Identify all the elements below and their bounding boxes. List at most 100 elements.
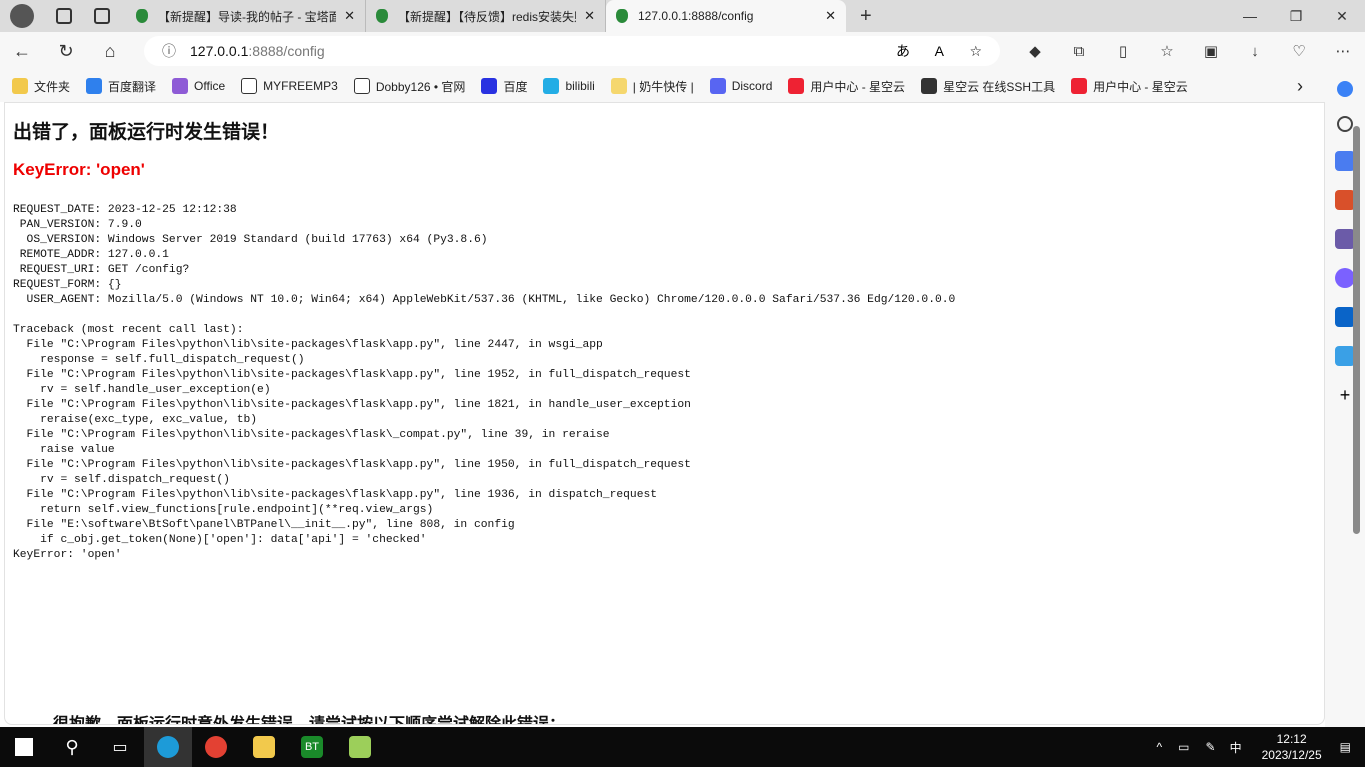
close-window-button[interactable]: ✕ (1319, 0, 1365, 32)
bookmark-icon (353, 78, 370, 94)
restore-button[interactable]: ❐ (1273, 0, 1319, 32)
address-path: :8888/config (248, 43, 325, 59)
scrollbar-thumb[interactable] (1353, 126, 1360, 534)
bookmark-item[interactable]: 用户中心 - 星空云 (1071, 78, 1188, 95)
downloads-icon[interactable]: ↓ (1233, 43, 1277, 60)
more-bookmarks-chevron-icon[interactable]: › (1297, 76, 1303, 97)
favorite-star-icon[interactable]: ☆ (969, 43, 982, 60)
toolbar: ← ↻ ⌂ ⓘ 127.0.0.1:8888/config あ A ☆ ◆ ⧉ ▯ ☆… (0, 32, 1365, 70)
split-screen-icon[interactable]: ▯ (1101, 42, 1145, 60)
show-hidden-icons[interactable]: ^ (1157, 740, 1163, 754)
collections-icon[interactable]: ▣ (1189, 42, 1233, 60)
bookmark-icon (241, 78, 258, 94)
chrome-app-icon[interactable] (192, 727, 240, 767)
clock[interactable]: 12:12 2023/12/25 (1262, 731, 1322, 763)
tab-2[interactable]: 127.0.0.1:8888/config ✕ (606, 0, 846, 32)
minimize-button[interactable]: — (1227, 0, 1273, 32)
bookmark-icon (610, 78, 627, 94)
page-title: 出错了，面板运行时发生错误！ (13, 122, 280, 143)
bookmark-icon (709, 78, 726, 94)
start-button[interactable] (0, 727, 48, 767)
date: 2023/12/25 (1261, 748, 1322, 762)
ime-indicator[interactable]: 中 (1230, 739, 1242, 756)
bookmark-label: 百度翻译 (108, 79, 157, 94)
edge-app-icon[interactable] (144, 727, 192, 767)
bookmark-item[interactable]: 文件夹 (12, 78, 70, 95)
file-explorer-icon[interactable] (240, 727, 288, 767)
bookmark-item[interactable]: | 奶牛快传 | (610, 78, 694, 95)
profile-avatar[interactable] (10, 4, 34, 28)
bookmark-item[interactable]: 百度 (481, 78, 527, 95)
read-aloud-icon[interactable]: あ (896, 41, 910, 61)
bookmark-label: MYFREEMP3 (263, 79, 338, 93)
bt-panel-app-icon[interactable]: BT (288, 727, 336, 767)
close-tab-icon[interactable]: ✕ (584, 8, 595, 24)
bookmark-item[interactable]: Dobby126 • 官网 (353, 78, 466, 95)
pen-icon[interactable]: ✎ (1206, 740, 1216, 754)
notification-center-icon[interactable]: ▤ (1340, 740, 1351, 754)
bookmark-label: 星空云 在线SSH工具 (943, 79, 1056, 94)
tab-title: 127.0.0.1:8888/config (638, 9, 754, 23)
scrollbar[interactable] (1351, 112, 1361, 720)
extensions-icon[interactable]: ⧉ (1057, 43, 1101, 60)
close-tab-icon[interactable]: ✕ (344, 8, 355, 24)
bookmark-item[interactable]: 用户中心 - 星空云 (788, 78, 905, 95)
bookmark-item[interactable]: MYFREEMP3 (241, 78, 338, 94)
back-button[interactable]: ← (0, 41, 44, 62)
bookmark-label: 用户中心 - 星空云 (1093, 79, 1188, 94)
bookmark-label: bilibili (565, 79, 595, 93)
bookmark-icon (1071, 78, 1088, 94)
more-menu-icon[interactable]: ⋯ (1321, 42, 1365, 60)
workspaces-icon[interactable] (56, 8, 72, 24)
search-button[interactable]: ⚲ (48, 727, 96, 767)
address-bar[interactable]: ⓘ 127.0.0.1:8888/config あ A ☆ (144, 36, 1000, 66)
error-message: KeyError: 'open' (13, 160, 145, 179)
bookmark-item[interactable]: Office (172, 78, 225, 94)
address-host: 127.0.0.1 (190, 43, 249, 59)
bookmark-label: | 奶牛快传 | (632, 79, 694, 94)
error-details: REQUEST_DATE: 2023-12-25 12:12:38 PAN_VE… (13, 204, 956, 561)
notepad-app-icon[interactable] (336, 727, 384, 767)
new-tab-button[interactable]: + (860, 5, 872, 28)
page-content: 出错了，面板运行时发生错误！ KeyError: 'open' REQUEST_… (4, 102, 1325, 725)
bt-favicon-icon (376, 9, 388, 23)
bookmark-label: 百度 (503, 79, 528, 94)
tab-bar: 【新提醒】导读-我的帖子 - 宝塔面板 ✕ 【新提醒】【待反馈】redis安装失败… (0, 0, 1365, 32)
bookmark-item[interactable]: bilibili (543, 78, 595, 94)
bookmark-label: Dobby126 • 官网 (375, 79, 466, 94)
bookmark-item[interactable]: 星空云 在线SSH工具 (921, 78, 1055, 95)
bookmark-item[interactable]: 百度翻译 (86, 78, 156, 95)
bookmarks-bar: 文件夹 百度翻译 Office MYFREEMP3 Dobby126 • 官网 百度 bil… (0, 70, 1325, 102)
bookmark-icon (12, 78, 28, 94)
bt-favicon-icon (136, 9, 148, 23)
tab-0[interactable]: 【新提醒】导读-我的帖子 - 宝塔面板 ✕ (126, 0, 366, 32)
tab-title: 【新提醒】导读-我的帖子 - 宝塔面板 (158, 9, 337, 24)
performance-icon[interactable]: ♡ (1277, 42, 1321, 60)
tab-title: 【新提醒】【待反馈】redis安装失败 (398, 9, 577, 24)
tab-1[interactable]: 【新提醒】【待反馈】redis安装失败 ✕ (366, 0, 606, 32)
bt-favicon-icon (616, 9, 628, 23)
bookmark-label: 文件夹 (34, 79, 71, 94)
close-tab-icon[interactable]: ✕ (825, 8, 836, 24)
bookmark-icon (172, 78, 189, 94)
bookmark-item[interactable]: Discord (709, 78, 772, 94)
bookmark-icon (481, 78, 498, 94)
bookmark-icon (788, 78, 805, 94)
immersive-reader-icon[interactable]: A (935, 43, 944, 59)
network-icon[interactable]: ▭ (1178, 740, 1189, 754)
home-button[interactable]: ⌂ (88, 41, 132, 62)
time: 12:12 (1276, 732, 1307, 746)
bookmark-icon (86, 78, 103, 94)
sorry-message: 很抱歉，面板运行时意外发生错误，请尝试按以下顺序尝试解除此错误： (53, 716, 566, 725)
bookmark-label: 用户中心 - 星空云 (810, 79, 906, 94)
bookmark-icon (543, 78, 560, 94)
bookmark-icon (921, 78, 938, 94)
refresh-button[interactable]: ↻ (44, 41, 88, 62)
extension-icon[interactable]: ◆ (1013, 42, 1057, 60)
favorites-icon[interactable]: ☆ (1145, 42, 1189, 60)
task-view-button[interactable]: ▭ (96, 727, 144, 767)
site-info-icon[interactable]: ⓘ (162, 41, 176, 61)
notifications-icon[interactable] (1337, 81, 1353, 97)
bookmark-label: Office (194, 79, 226, 93)
tab-actions-icon[interactable] (94, 8, 110, 24)
